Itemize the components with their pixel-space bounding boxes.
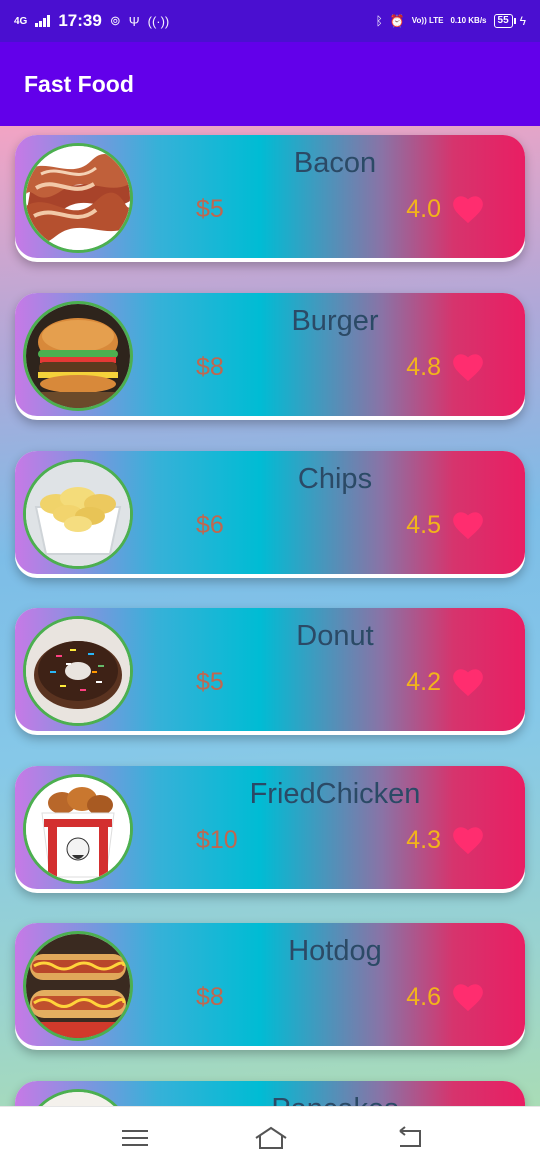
battery-level: 55 — [497, 15, 509, 26]
clock: 17:39 — [58, 11, 102, 30]
item-name: Chips — [297, 463, 373, 495]
network-speed: 0.10 KB/s — [450, 16, 487, 25]
heart-icon[interactable] — [451, 824, 485, 856]
item-price: $6 — [196, 511, 224, 539]
food-card[interactable]: Donut $5 4.2 — [15, 608, 525, 735]
item-name: Pancakes — [155, 1093, 515, 1106]
item-price: $10 — [196, 826, 238, 854]
food-list[interactable]: Bacon $5 4.0 Burger $8 4.8 Chips $6 4.5 … — [0, 126, 540, 1106]
item-name: Bacon — [293, 147, 377, 179]
heart-icon[interactable] — [451, 981, 485, 1013]
burger-image — [23, 301, 133, 411]
item-rating: 4.6 — [406, 983, 441, 1011]
app-title: Fast Food — [24, 70, 134, 97]
item-rating: 4.3 — [406, 826, 441, 854]
network-type: 4G — [14, 15, 28, 27]
food-card[interactable]: Hotdog $8 4.6 — [15, 923, 525, 1050]
item-name: Donut — [296, 620, 374, 652]
sync-icon: ⊚ — [109, 13, 121, 28]
bacon-image — [23, 143, 133, 253]
bluetooth-icon: ᛒ — [375, 14, 383, 28]
item-rating: 4.8 — [406, 353, 441, 381]
item-price: $8 — [196, 353, 224, 381]
food-card[interactable]: FriedChicken $10 4.3 — [15, 766, 525, 893]
fried-chicken-image — [23, 774, 133, 884]
heart-icon[interactable] — [451, 351, 485, 383]
menu-icon[interactable] — [120, 1125, 150, 1151]
heart-icon[interactable] — [451, 666, 485, 698]
item-rating: 4.2 — [406, 668, 441, 696]
heart-icon[interactable] — [451, 193, 485, 225]
home-icon[interactable] — [254, 1125, 288, 1151]
item-price: $5 — [196, 668, 224, 696]
item-rating: 4.5 — [406, 511, 441, 539]
food-card[interactable]: Bacon $5 4.0 — [15, 135, 525, 262]
volte-indicator: Vo)) LTE — [411, 16, 444, 25]
charging-icon: ϟ — [519, 14, 526, 28]
item-name: FriedChicken — [249, 778, 421, 810]
usb-icon: Ψ — [128, 13, 140, 29]
status-bar: 4G 17:39 ⊚ Ψ ((·)) ᛒ ⏰ Vo)) LTE 0.10 KB/… — [0, 0, 540, 42]
donut-image — [23, 616, 133, 726]
item-name: Burger — [291, 305, 379, 337]
item-rating: 4.0 — [406, 195, 441, 223]
pancakes-image — [23, 1089, 133, 1106]
item-name: Hotdog — [288, 935, 382, 967]
food-card[interactable]: Chips $6 4.5 — [15, 451, 525, 578]
battery-icon: 55 — [493, 14, 516, 28]
heart-icon[interactable] — [451, 509, 485, 541]
chips-image — [23, 459, 133, 569]
item-price: $5 — [196, 195, 224, 223]
hotspot-icon: ((·)) — [147, 13, 170, 29]
navigation-bar — [0, 1106, 540, 1171]
food-card[interactable]: Pancakes — [15, 1081, 525, 1106]
alarm-icon: ⏰ — [389, 14, 405, 28]
back-icon[interactable] — [396, 1125, 426, 1151]
item-price: $8 — [196, 983, 224, 1011]
food-card[interactable]: Burger $8 4.8 — [15, 293, 525, 420]
app-bar: Fast Food — [0, 42, 540, 126]
hotdog-image — [23, 931, 133, 1041]
signal-icon — [35, 15, 51, 27]
